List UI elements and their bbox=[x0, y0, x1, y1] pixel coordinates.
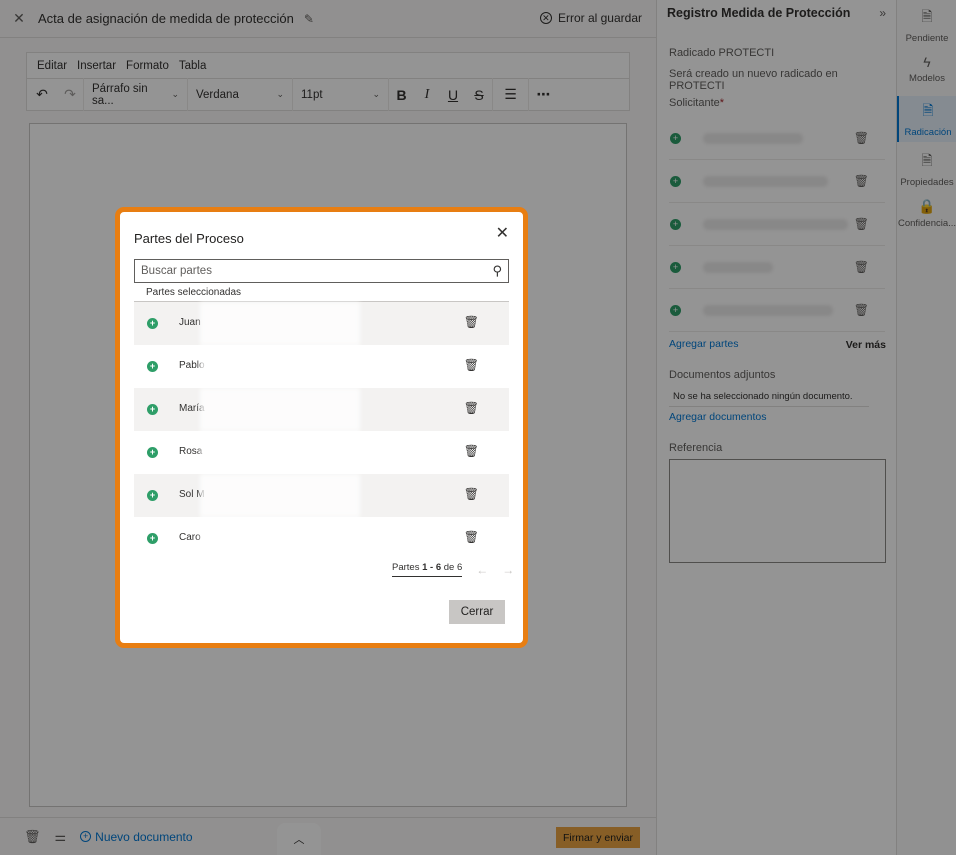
add-circle-icon[interactable]: + bbox=[147, 447, 158, 458]
trash-icon[interactable]: 🗑 bbox=[464, 315, 479, 329]
list-item: + Pablo 🗑 bbox=[134, 345, 509, 388]
add-circle-icon[interactable]: + bbox=[147, 490, 158, 501]
part-name: Caro bbox=[179, 532, 201, 543]
redaction-blur bbox=[200, 345, 360, 388]
list-item: + Caro 🗑 bbox=[134, 517, 509, 560]
selected-parts-label: Partes seleccionadas bbox=[146, 287, 242, 298]
list-item: + Rosa 🗑 bbox=[134, 431, 509, 474]
add-circle-icon[interactable]: + bbox=[147, 533, 158, 544]
list-item: + Sol M 🗑 bbox=[134, 474, 509, 517]
page-label: Partes 1 - 6 de 6 bbox=[392, 562, 463, 577]
page-range: 1 - 6 bbox=[422, 562, 442, 573]
part-name: Juan bbox=[179, 317, 201, 328]
dialog-title: Partes del Proceso bbox=[134, 231, 244, 246]
page-prefix: Partes bbox=[392, 562, 420, 573]
redaction-blur bbox=[200, 431, 360, 474]
trash-icon[interactable]: 🗑 bbox=[464, 358, 479, 372]
trash-icon[interactable]: 🗑 bbox=[464, 487, 479, 501]
redaction-blur bbox=[200, 517, 360, 560]
redaction-blur bbox=[200, 474, 360, 517]
close-button[interactable]: Cerrar bbox=[449, 600, 505, 624]
search-box: ⚲ bbox=[134, 259, 509, 283]
close-icon[interactable]: ✕ bbox=[496, 226, 509, 242]
parts-dialog: Partes del Proceso ✕ ⚲ Partes selecciona… bbox=[115, 207, 528, 648]
arrow-left-icon[interactable]: ← bbox=[476, 563, 488, 577]
search-icon[interactable]: ⚲ bbox=[492, 263, 502, 279]
trash-icon[interactable]: 🗑 bbox=[464, 530, 479, 544]
arrow-right-icon[interactable]: → bbox=[502, 563, 514, 577]
list-item: + Juan 🗑 bbox=[134, 302, 509, 345]
part-name: Rosa bbox=[179, 446, 203, 457]
trash-icon[interactable]: 🗑 bbox=[464, 401, 479, 415]
trash-icon[interactable]: 🗑 bbox=[464, 444, 479, 458]
redaction-blur bbox=[200, 302, 360, 345]
page-suffix: de 6 bbox=[443, 562, 463, 573]
add-circle-icon[interactable]: + bbox=[147, 318, 158, 329]
pagination: Partes 1 - 6 de 6 ← → bbox=[392, 562, 514, 577]
redaction-blur bbox=[200, 388, 360, 431]
add-circle-icon[interactable]: + bbox=[147, 404, 158, 415]
parts-list: + Juan 🗑 + Pablo 🗑 + María 🗑 + Rosa 🗑 + … bbox=[134, 301, 509, 560]
add-circle-icon[interactable]: + bbox=[147, 361, 158, 372]
list-item: + María 🗑 bbox=[134, 388, 509, 431]
search-input[interactable] bbox=[135, 260, 475, 282]
